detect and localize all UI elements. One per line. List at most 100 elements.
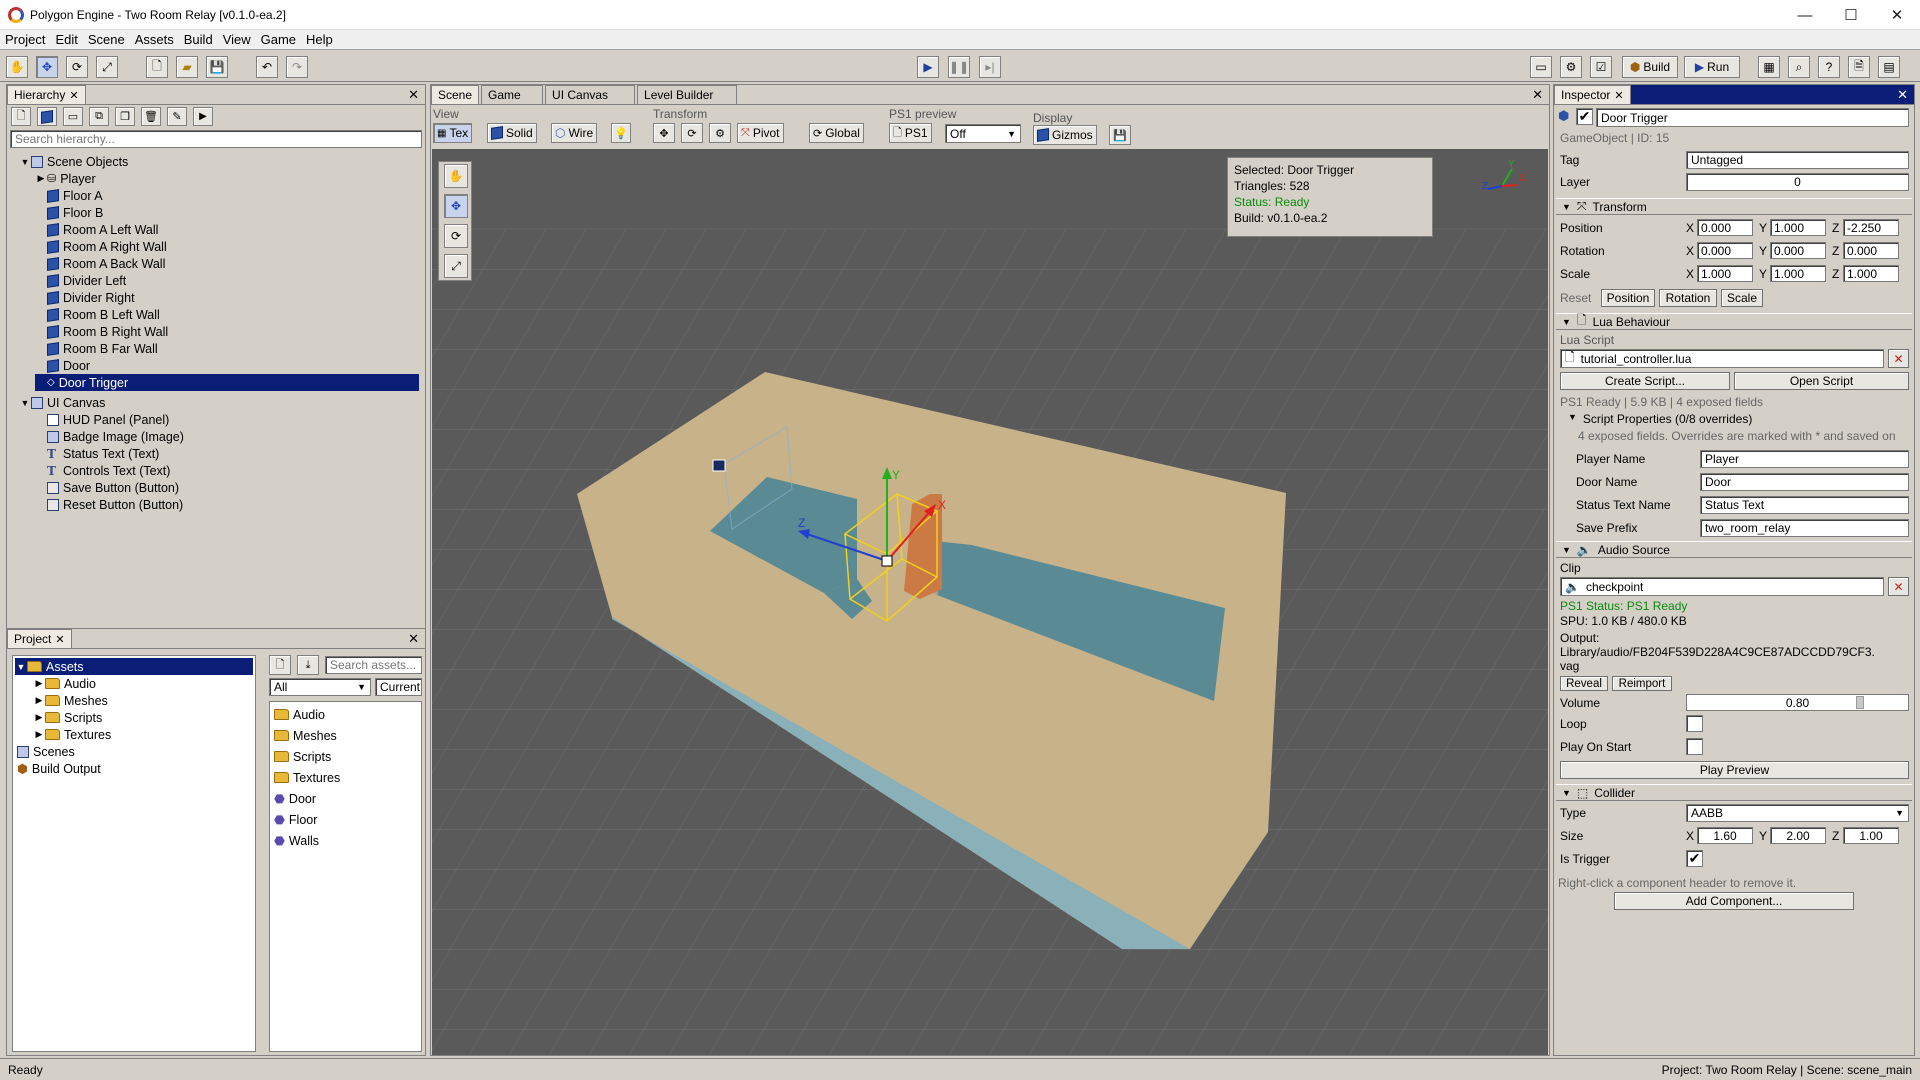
asset-filter-select[interactable]: All ▼ bbox=[269, 678, 371, 696]
tree-item-room-b-right-wall[interactable]: Room B Right Wall bbox=[19, 323, 425, 340]
settings-button[interactable]: ⚙ bbox=[1560, 56, 1582, 78]
hierarchy-search-input[interactable]: Search hierarchy... bbox=[10, 130, 422, 148]
reset-rotation-button[interactable]: Rotation bbox=[1659, 289, 1717, 307]
play-object-button[interactable]: ▶ bbox=[193, 107, 213, 126]
reset-position-button[interactable]: Position bbox=[1601, 289, 1655, 307]
object-name-input[interactable]: Door Trigger bbox=[1596, 108, 1909, 127]
move-tool-button[interactable]: ✥ bbox=[36, 56, 58, 78]
help-button[interactable]: ? bbox=[1818, 56, 1840, 78]
tree-build-output[interactable]: ⬢ Build Output bbox=[13, 760, 255, 777]
tree-folder-scripts[interactable]: ▶ Scripts bbox=[13, 709, 255, 726]
close-panel-icon[interactable]: ✕ bbox=[1897, 87, 1908, 103]
lua-script-field[interactable]: 🗋 tutorial_controller.lua bbox=[1560, 349, 1884, 368]
asset-mesh-floor[interactable]: ⬣ Floor bbox=[274, 809, 421, 830]
lua-behaviour-header[interactable]: ▼ 🗋 Lua Behaviour bbox=[1556, 313, 1912, 330]
collapse-arrow-icon[interactable]: ▼ bbox=[15, 662, 27, 672]
collapse-arrow-icon[interactable]: ▼ bbox=[1562, 202, 1571, 212]
tree-scene-objects[interactable]: ▼ Scene Objects bbox=[19, 153, 425, 170]
collapse-arrow-icon[interactable]: ▼ bbox=[19, 398, 31, 408]
scale-tool-button[interactable]: ⤢ bbox=[444, 254, 468, 278]
audio-source-header[interactable]: ▼ 🔈 Audio Source bbox=[1556, 541, 1912, 558]
move-gizmo-button[interactable]: ✥ bbox=[653, 123, 675, 143]
tree-item-door[interactable]: Door bbox=[19, 357, 425, 374]
docs-button[interactable]: 🗎 bbox=[1848, 56, 1870, 78]
close-panel-icon[interactable]: ✕ bbox=[1532, 87, 1543, 103]
scale-z-field[interactable]: 1.000 bbox=[1843, 265, 1899, 282]
tree-item-room-a-right-wall[interactable]: Room A Right Wall bbox=[19, 238, 425, 255]
scene-view[interactable]: Y X Z Y X Z ✋ ✥ ⟳ ⤢ Selected: Door Trigg… bbox=[432, 149, 1548, 1055]
build-button[interactable]: ⬢ Build bbox=[1622, 56, 1678, 78]
tab-hierarchy[interactable]: Hierarchy ✕ bbox=[7, 85, 86, 104]
menu-help[interactable]: Help bbox=[301, 32, 338, 47]
tree-ui-canvas[interactable]: ▼ UI Canvas bbox=[19, 394, 425, 411]
build-settings-button[interactable]: ▭ bbox=[1530, 56, 1552, 78]
validate-button[interactable]: ☑ bbox=[1590, 56, 1612, 78]
clear-script-button[interactable]: ✕ bbox=[1888, 349, 1909, 368]
run-button[interactable]: ▶ Run bbox=[1684, 56, 1740, 78]
tree-item-reset-button[interactable]: Reset Button (Button) bbox=[19, 496, 425, 513]
new-scene-button[interactable]: 🗋 bbox=[146, 56, 168, 78]
collapse-arrow-icon[interactable]: ▼ bbox=[1568, 412, 1577, 426]
tab-game[interactable]: Game bbox=[481, 85, 544, 104]
tree-item-floor-a[interactable]: Floor A bbox=[19, 187, 425, 204]
global-button[interactable]: ⟳ Global bbox=[809, 123, 864, 143]
asset-mesh-door[interactable]: ⬣ Door bbox=[274, 788, 421, 809]
expand-arrow-icon[interactable]: ▶ bbox=[33, 729, 45, 740]
close-panel-icon[interactable]: ✕ bbox=[408, 87, 419, 103]
textured-mode-button[interactable]: ▦ Tex bbox=[433, 123, 473, 143]
tree-folder-audio[interactable]: ▶ Audio bbox=[13, 675, 255, 692]
scene-canvas[interactable]: Y X Z Y X Z bbox=[432, 149, 1548, 1055]
ps1-preview-button[interactable]: 🗋 PS1 bbox=[889, 123, 932, 143]
menu-scene[interactable]: Scene bbox=[83, 32, 130, 47]
tree-scenes[interactable]: Scenes bbox=[13, 743, 255, 760]
tree-folder-textures[interactable]: ▶ Textures bbox=[13, 726, 255, 743]
duplicate-button[interactable]: ❐ bbox=[115, 107, 135, 126]
tree-item-divider-right[interactable]: Divider Right bbox=[19, 289, 425, 306]
expand-arrow-icon[interactable]: ▶ bbox=[33, 695, 45, 706]
open-button[interactable]: ▰ bbox=[176, 56, 198, 78]
tab-level-builder[interactable]: Level Builder bbox=[637, 85, 738, 104]
gizmos-button[interactable]: Gizmos bbox=[1033, 125, 1097, 145]
expand-arrow-icon[interactable]: ▶ bbox=[35, 173, 47, 184]
rotate-gizmo-button[interactable]: ⟳ bbox=[681, 123, 703, 143]
rotation-z-field[interactable]: 0.000 bbox=[1843, 242, 1899, 259]
collapse-arrow-icon[interactable]: ▼ bbox=[1562, 788, 1571, 798]
maximize-button[interactable]: ☐ bbox=[1828, 0, 1874, 30]
rotation-y-field[interactable]: 0.000 bbox=[1770, 242, 1826, 259]
asset-scope-select[interactable]: Current f bbox=[375, 678, 422, 696]
save-prefix-field[interactable]: two_room_relay bbox=[1700, 519, 1909, 537]
solid-mode-button[interactable]: Solid bbox=[487, 123, 537, 143]
move-tool-button[interactable]: ✥ bbox=[444, 194, 468, 218]
tab-project[interactable]: Project ✕ bbox=[7, 629, 72, 648]
asset-mesh-walls[interactable]: ⬣ Walls bbox=[274, 830, 421, 851]
tree-item-badge-image[interactable]: Badge Image (Image) bbox=[19, 428, 425, 445]
undo-button[interactable]: ↶ bbox=[256, 56, 278, 78]
clip-field[interactable]: 🔈 checkpoint bbox=[1560, 577, 1884, 596]
splitter[interactable] bbox=[259, 655, 265, 1052]
rotation-x-field[interactable]: 0.000 bbox=[1697, 242, 1753, 259]
ps1-preview-select[interactable]: Off ▼ bbox=[945, 124, 1021, 143]
close-window-button[interactable]: ✕ bbox=[1874, 0, 1920, 30]
tree-item-save-button[interactable]: Save Button (Button) bbox=[19, 479, 425, 496]
create-group-button[interactable]: ⧉ bbox=[89, 107, 109, 126]
hand-tool-button[interactable]: ✋ bbox=[6, 56, 28, 78]
tree-item-floor-b[interactable]: Floor B bbox=[19, 204, 425, 221]
search-tool-button[interactable]: ⌕ bbox=[1788, 56, 1810, 78]
close-tab-icon[interactable]: ✕ bbox=[1614, 89, 1623, 102]
asset-folder-textures[interactable]: Textures bbox=[274, 767, 421, 788]
pause-button[interactable]: ❚❚ bbox=[948, 56, 970, 78]
collapse-arrow-icon[interactable]: ▼ bbox=[19, 157, 31, 167]
play-button[interactable]: ▶ bbox=[917, 56, 939, 78]
layout-button[interactable]: ▦ bbox=[1758, 56, 1780, 78]
asset-folder-audio[interactable]: Audio bbox=[274, 704, 421, 725]
loop-checkbox[interactable] bbox=[1686, 715, 1703, 732]
create-cube-button[interactable] bbox=[37, 107, 57, 126]
asset-folder-meshes[interactable]: Meshes bbox=[274, 725, 421, 746]
expand-arrow-icon[interactable]: ▶ bbox=[33, 712, 45, 723]
active-checkbox[interactable]: ✔ bbox=[1576, 108, 1593, 125]
tag-select[interactable]: Untagged bbox=[1686, 151, 1909, 169]
play-preview-button[interactable]: Play Preview bbox=[1560, 761, 1909, 779]
rotate-tool-button[interactable]: ⟳ bbox=[444, 224, 468, 248]
close-tab-icon[interactable]: ✕ bbox=[69, 89, 78, 102]
create-asset-button[interactable]: 🗋 bbox=[269, 655, 291, 675]
